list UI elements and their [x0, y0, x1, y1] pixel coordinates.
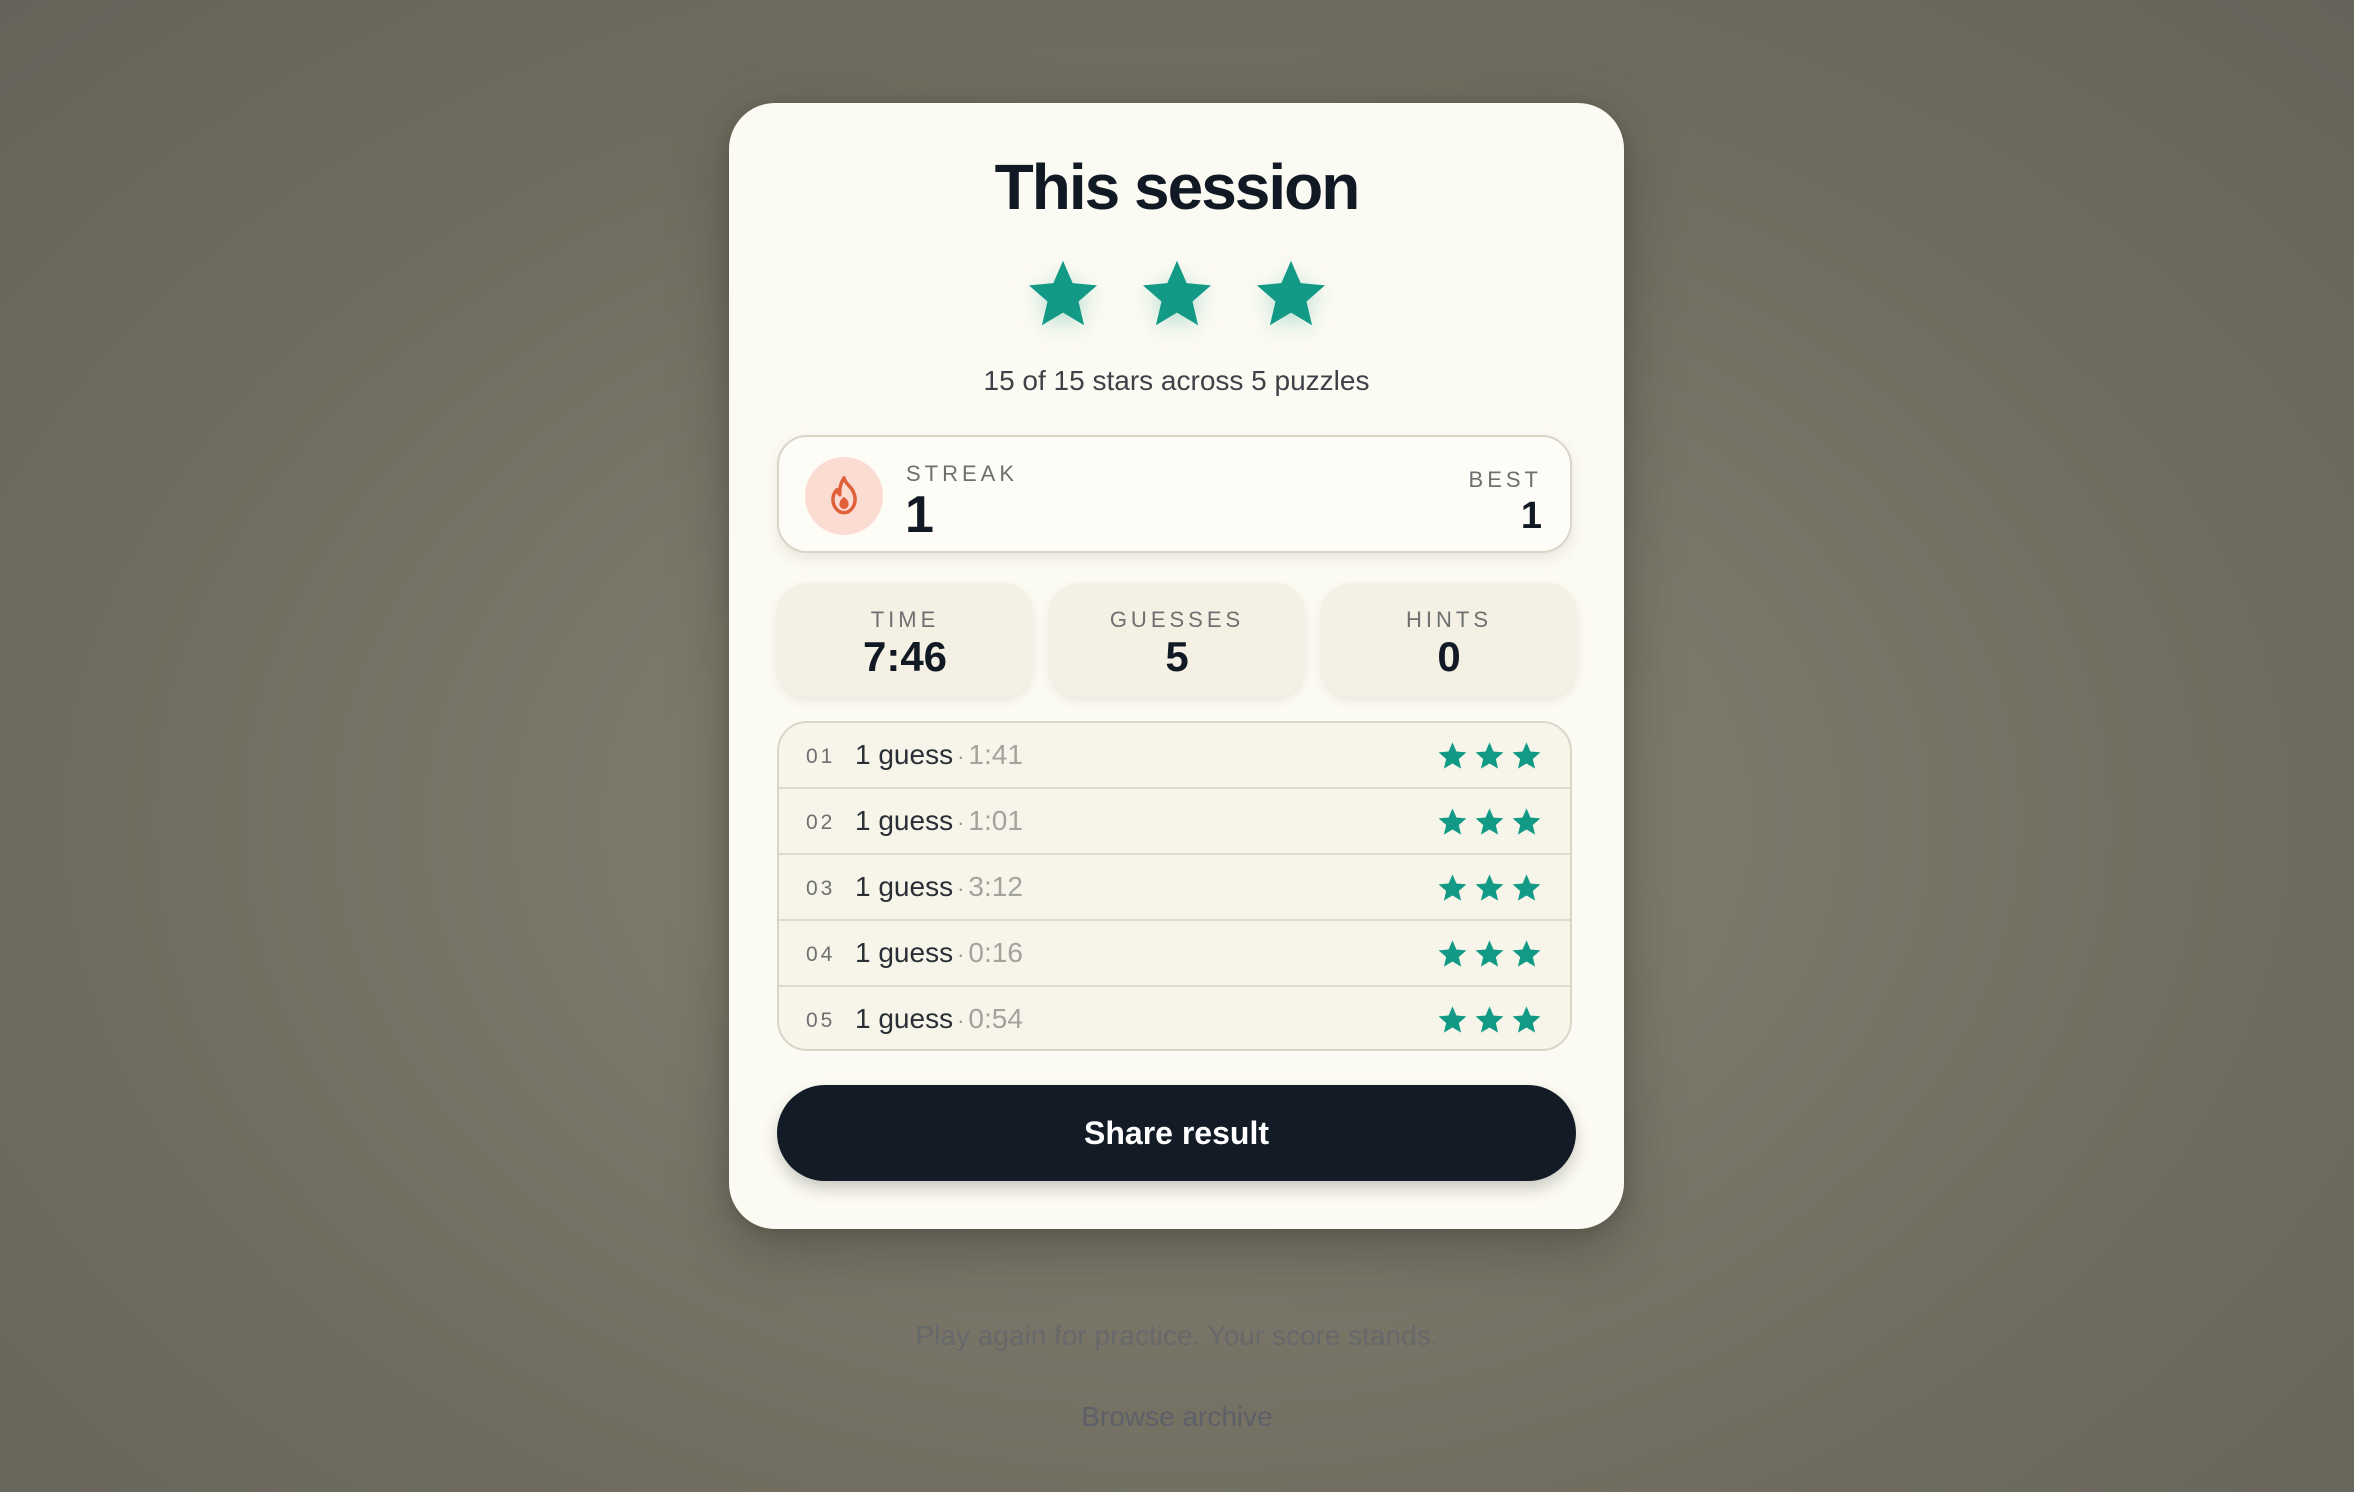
- best-value: 1: [1520, 495, 1542, 537]
- separator: ·: [957, 744, 965, 769]
- stat-value: 5: [1165, 633, 1189, 680]
- puzzle-stars: [1437, 740, 1542, 771]
- puzzle-result: 1 guess · 1:01: [855, 805, 1023, 837]
- separator: ·: [957, 1008, 965, 1033]
- stat-value: 7:46: [862, 633, 948, 680]
- stat-guesses: GUESSES 5: [1049, 583, 1305, 697]
- separator: ·: [957, 876, 965, 901]
- puzzle-guesses: 1 guess: [855, 1003, 954, 1034]
- streak-value: 1: [905, 486, 934, 544]
- puzzle-time: 1:41: [968, 739, 1023, 770]
- session-stars: [729, 255, 1624, 345]
- star-icon: [1475, 874, 1504, 901]
- star-icon: [1475, 1006, 1504, 1033]
- puzzle-number: 05: [806, 1009, 836, 1032]
- browse-archive-link[interactable]: Browse archive: [0, 1401, 2354, 1433]
- separator: ·: [957, 810, 965, 835]
- stat-time: TIME 7:46: [777, 583, 1033, 697]
- puzzle-stars: [1437, 806, 1542, 837]
- list-item: 02 1 guess · 1:01: [779, 789, 1570, 855]
- puzzle-time: 0:16: [968, 937, 1023, 968]
- puzzle-number: 03: [806, 877, 836, 900]
- puzzle-stars: [1437, 938, 1542, 969]
- star-icon: [1438, 1006, 1467, 1033]
- puzzle-guesses: 1 guess: [855, 805, 954, 836]
- stat-label: GUESSES: [1109, 607, 1245, 632]
- puzzle-number: 02: [806, 811, 836, 834]
- flame-badge: [805, 457, 883, 535]
- star-icon: [1512, 742, 1541, 769]
- star-icon: [1438, 808, 1467, 835]
- star-icon: [1512, 874, 1541, 901]
- puzzle-number: 04: [806, 943, 836, 966]
- puzzle-time: 3:12: [968, 871, 1023, 902]
- streak-panel: STREAK 1 BEST 1: [777, 435, 1572, 553]
- list-item: 03 1 guess · 3:12: [779, 855, 1570, 921]
- puzzle-list: 01 1 guess · 1:41 02 1 guess · 1:01 03 1 gue…: [777, 721, 1572, 1051]
- stat-label: HINTS: [1406, 607, 1492, 632]
- results-card: This session 15 of 15 stars across 5 puz…: [729, 103, 1624, 1229]
- star-icon: [1142, 260, 1211, 326]
- star-icon: [1475, 742, 1504, 769]
- puzzle-number: 01: [806, 745, 836, 768]
- puzzle-result: 1 guess · 0:54: [855, 1003, 1023, 1035]
- star-icon: [1256, 260, 1325, 326]
- star-icon: [1438, 874, 1467, 901]
- page-title: This session: [994, 151, 1361, 223]
- share-result-button[interactable]: Share result: [777, 1085, 1576, 1181]
- star-icon: [1028, 260, 1097, 326]
- star-icon: [1512, 808, 1541, 835]
- stars-summary: 15 of 15 stars across 5 puzzles: [983, 365, 1370, 396]
- star-icon: [1475, 808, 1504, 835]
- star-icon: [1438, 940, 1467, 967]
- puzzle-guesses: 1 guess: [855, 937, 954, 968]
- list-item: 01 1 guess · 1:41: [779, 723, 1570, 789]
- list-item: 04 1 guess · 0:16: [779, 921, 1570, 987]
- best-label: BEST: [1468, 467, 1542, 492]
- puzzle-stars: [1437, 1004, 1542, 1035]
- list-item: 05 1 guess · 0:54: [779, 987, 1570, 1049]
- flame-icon: [831, 476, 857, 515]
- puzzle-time: 1:01: [968, 805, 1023, 836]
- puzzle-result: 1 guess · 1:41: [855, 739, 1023, 771]
- puzzle-guesses: 1 guess: [855, 871, 954, 902]
- separator: ·: [957, 942, 965, 967]
- streak-label: STREAK: [906, 461, 1019, 486]
- stat-hints: HINTS 0: [1321, 583, 1577, 697]
- puzzle-result: 1 guess · 0:16: [855, 937, 1023, 969]
- star-icon: [1475, 940, 1504, 967]
- star-icon: [1512, 940, 1541, 967]
- puzzle-stars: [1437, 872, 1542, 903]
- star-icon: [1512, 1006, 1541, 1033]
- stat-label: TIME: [870, 607, 940, 632]
- practice-note: Play again for practice. Your score stan…: [915, 1320, 1439, 1351]
- star-icon: [1438, 742, 1467, 769]
- puzzle-result: 1 guess · 3:12: [855, 871, 1023, 903]
- puzzle-time: 0:54: [968, 1003, 1023, 1034]
- stat-value: 0: [1437, 633, 1461, 680]
- puzzle-guesses: 1 guess: [855, 739, 954, 770]
